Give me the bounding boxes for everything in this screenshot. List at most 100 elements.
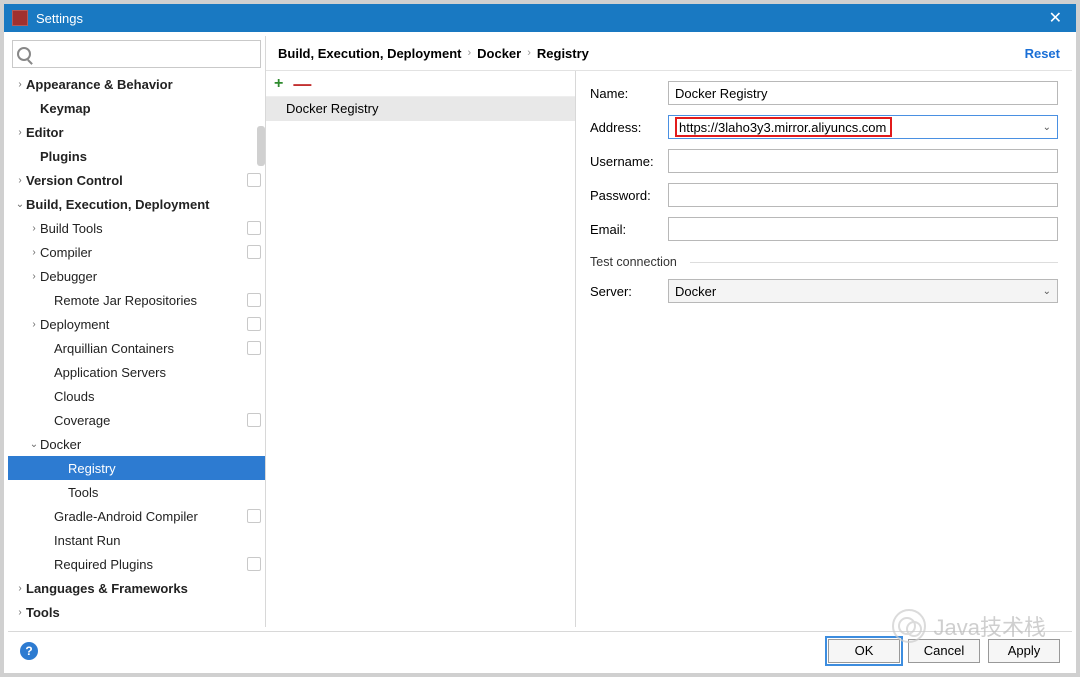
reset-link[interactable]: Reset: [1025, 46, 1060, 61]
tree-item-label: Build Tools: [40, 221, 103, 236]
tree-arrow-icon: ›: [14, 607, 26, 618]
tree-item-label: Gradle-Android Compiler: [54, 509, 198, 524]
tree-item-label: Version Control: [26, 173, 123, 188]
registry-list[interactable]: Docker Registry: [266, 97, 575, 627]
username-label: Username:: [590, 154, 668, 169]
help-button[interactable]: ?: [20, 642, 38, 660]
project-badge-icon: [247, 173, 261, 187]
crumb-b[interactable]: Docker: [477, 46, 521, 61]
tree-arrow-icon: ›: [28, 319, 40, 330]
close-icon[interactable]: ✕: [1043, 8, 1068, 28]
tree-item-label: Coverage: [54, 413, 110, 428]
name-label: Name:: [590, 86, 668, 101]
name-input[interactable]: [668, 81, 1058, 105]
tree-item-label: Tools: [26, 605, 60, 620]
tree-item-application-servers[interactable]: Application Servers: [8, 360, 265, 384]
tree-item-languages-frameworks[interactable]: ›Languages & Frameworks: [8, 576, 265, 600]
tree-item-arquillian-containers[interactable]: Arquillian Containers: [8, 336, 265, 360]
chevron-down-icon[interactable]: ⌄: [1043, 122, 1051, 133]
project-badge-icon: [247, 293, 261, 307]
scrollbar-thumb[interactable]: [257, 126, 265, 166]
search-box[interactable]: [12, 40, 261, 68]
tree-item-jrebel[interactable]: ›JRebel: [8, 624, 265, 627]
chevron-right-icon: ›: [527, 47, 531, 59]
server-value: Docker: [675, 284, 716, 299]
list-item[interactable]: Docker Registry: [266, 97, 575, 121]
tree-item-build-tools[interactable]: ›Build Tools: [8, 216, 265, 240]
email-input[interactable]: [668, 217, 1058, 241]
tree-item-label: Remote Jar Repositories: [54, 293, 197, 308]
crumb-c: Registry: [537, 46, 589, 61]
settings-tree[interactable]: ›Appearance & BehaviorKeymap›EditorPlugi…: [8, 72, 265, 627]
tree-item-remote-jar-repositories[interactable]: Remote Jar Repositories: [8, 288, 265, 312]
search-input[interactable]: [35, 47, 256, 62]
password-label: Password:: [590, 188, 668, 203]
tree-item-label: Build, Execution, Deployment: [26, 197, 209, 212]
tree-item-editor[interactable]: ›Editor: [8, 120, 265, 144]
tree-item-label: Docker: [40, 437, 81, 452]
address-label: Address:: [590, 120, 668, 135]
breadcrumb: Build, Execution, Deployment › Docker › …: [266, 36, 1072, 66]
chevron-right-icon: ›: [467, 47, 471, 59]
tree-arrow-icon: ›: [14, 127, 26, 138]
search-icon: [17, 47, 31, 61]
address-combo[interactable]: https://3laho3y3.mirror.aliyuncs.com ⌄: [668, 115, 1058, 139]
tree-item-label: Deployment: [40, 317, 109, 332]
tree-item-plugins[interactable]: Plugins: [8, 144, 265, 168]
tree-item-deployment[interactable]: ›Deployment: [8, 312, 265, 336]
tree-item-label: Debugger: [40, 269, 97, 284]
tree-item-appearance-behavior[interactable]: ›Appearance & Behavior: [8, 72, 265, 96]
project-badge-icon: [247, 317, 261, 331]
tree-item-tools[interactable]: Tools: [8, 480, 265, 504]
tree-item-clouds[interactable]: Clouds: [8, 384, 265, 408]
dialog-footer: ? OK Cancel Apply: [8, 631, 1072, 669]
tree-arrow-icon: ⌄: [14, 199, 26, 210]
tree-item-compiler[interactable]: ›Compiler: [8, 240, 265, 264]
tree-item-keymap[interactable]: Keymap: [8, 96, 265, 120]
titlebar: Settings ✕: [4, 4, 1076, 32]
test-connection-label: Test connection: [590, 255, 1058, 269]
crumb-a[interactable]: Build, Execution, Deployment: [278, 46, 461, 61]
tree-item-label: Clouds: [54, 389, 94, 404]
tree-item-label: Tools: [68, 485, 98, 500]
tree-item-registry[interactable]: Registry: [8, 456, 265, 480]
tree-item-label: Languages & Frameworks: [26, 581, 188, 596]
tree-item-label: Registry: [68, 461, 116, 476]
tree-item-docker[interactable]: ⌄Docker: [8, 432, 265, 456]
tree-arrow-icon: ⌄: [28, 439, 40, 450]
apply-button[interactable]: Apply: [988, 639, 1060, 663]
tree-item-debugger[interactable]: ›Debugger: [8, 264, 265, 288]
username-input[interactable]: [668, 149, 1058, 173]
tree-item-label: Appearance & Behavior: [26, 77, 173, 92]
tree-item-coverage[interactable]: Coverage: [8, 408, 265, 432]
app-icon: [12, 10, 28, 26]
cancel-button[interactable]: Cancel: [908, 639, 980, 663]
tree-item-label: Application Servers: [54, 365, 166, 380]
ok-button[interactable]: OK: [828, 639, 900, 663]
tree-item-tools[interactable]: ›Tools: [8, 600, 265, 624]
server-label: Server:: [590, 284, 668, 299]
project-badge-icon: [247, 557, 261, 571]
tree-item-version-control[interactable]: ›Version Control: [8, 168, 265, 192]
address-value[interactable]: https://3laho3y3.mirror.aliyuncs.com: [675, 117, 892, 137]
tree-item-label: Compiler: [40, 245, 92, 260]
chevron-down-icon[interactable]: ⌄: [1043, 286, 1051, 297]
password-input[interactable]: [668, 183, 1058, 207]
tree-item-label: Required Plugins: [54, 557, 153, 572]
tree-item-instant-run[interactable]: Instant Run: [8, 528, 265, 552]
tree-item-build-execution-deployment[interactable]: ⌄Build, Execution, Deployment: [8, 192, 265, 216]
registry-list-pane: + — Docker Registry: [266, 71, 576, 627]
tree-item-label: Arquillian Containers: [54, 341, 174, 356]
main-panel: Build, Execution, Deployment › Docker › …: [266, 36, 1072, 627]
project-badge-icon: [247, 341, 261, 355]
tree-arrow-icon: ›: [28, 247, 40, 258]
tree-item-label: Instant Run: [54, 533, 121, 548]
tree-arrow-icon: ›: [14, 583, 26, 594]
project-badge-icon: [247, 509, 261, 523]
tree-item-required-plugins[interactable]: Required Plugins: [8, 552, 265, 576]
remove-button[interactable]: —: [293, 79, 311, 89]
list-toolbar: + —: [266, 71, 575, 97]
server-combo[interactable]: Docker ⌄: [668, 279, 1058, 303]
add-button[interactable]: +: [274, 75, 283, 93]
tree-item-gradle-android-compiler[interactable]: Gradle-Android Compiler: [8, 504, 265, 528]
